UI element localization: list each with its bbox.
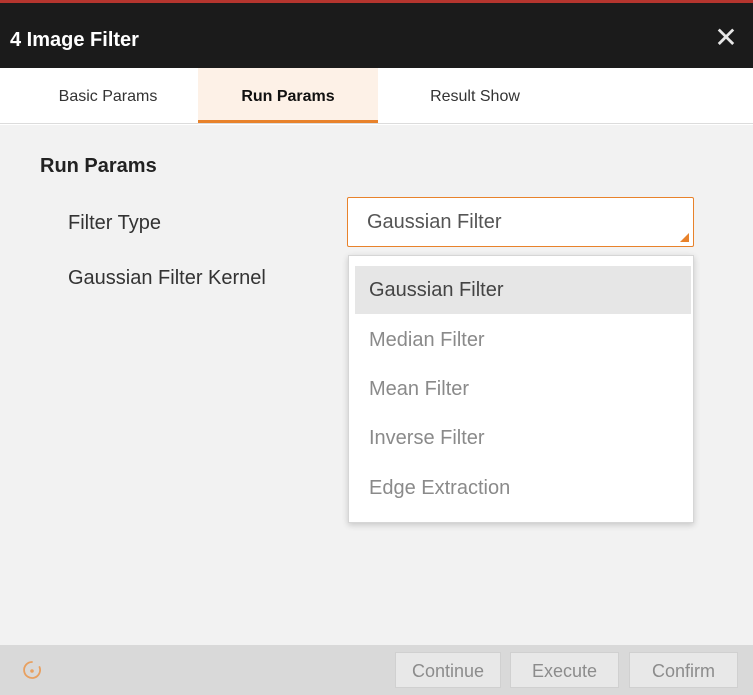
tab-basic-params[interactable]: Basic Params (40, 68, 176, 123)
dropdown-option-median[interactable]: Median Filter (355, 316, 691, 364)
confirm-button[interactable]: Confirm (629, 652, 738, 688)
tab-bar: Basic Params Run Params Result Show (0, 68, 753, 124)
filter-type-select[interactable]: Gaussian Filter (347, 197, 694, 247)
tab-run-params[interactable]: Run Params (198, 68, 378, 123)
filter-type-value: Gaussian Filter (367, 211, 502, 233)
dropdown-caret-icon (680, 233, 689, 242)
continue-button[interactable]: Continue (395, 652, 501, 688)
filter-type-label: Filter Type (68, 212, 161, 234)
dropdown-option-gaussian[interactable]: Gaussian Filter (355, 266, 691, 314)
run-params-panel: Run Params Filter Type Gaussian Filter G… (0, 125, 753, 645)
loading-icon[interactable] (22, 660, 42, 680)
execute-button[interactable]: Execute (510, 652, 619, 688)
footer-bar: Continue Execute Confirm (0, 645, 753, 695)
gaussian-kernel-label: Gaussian Filter Kernel (68, 267, 266, 289)
filter-type-dropdown: Gaussian Filter Median Filter Mean Filte… (348, 255, 694, 523)
tab-result-show[interactable]: Result Show (400, 68, 550, 123)
close-icon[interactable]: ✕ (713, 24, 739, 52)
dialog-title: 4 Image Filter (10, 29, 139, 51)
section-title: Run Params (40, 155, 157, 177)
dropdown-option-edge-extraction[interactable]: Edge Extraction (355, 464, 691, 512)
dropdown-option-mean[interactable]: Mean Filter (355, 365, 691, 413)
title-bar: 4 Image Filter ✕ (0, 0, 753, 68)
dropdown-option-inverse[interactable]: Inverse Filter (355, 414, 691, 462)
image-filter-dialog: 4 Image Filter ✕ Basic Params Run Params… (0, 0, 753, 695)
